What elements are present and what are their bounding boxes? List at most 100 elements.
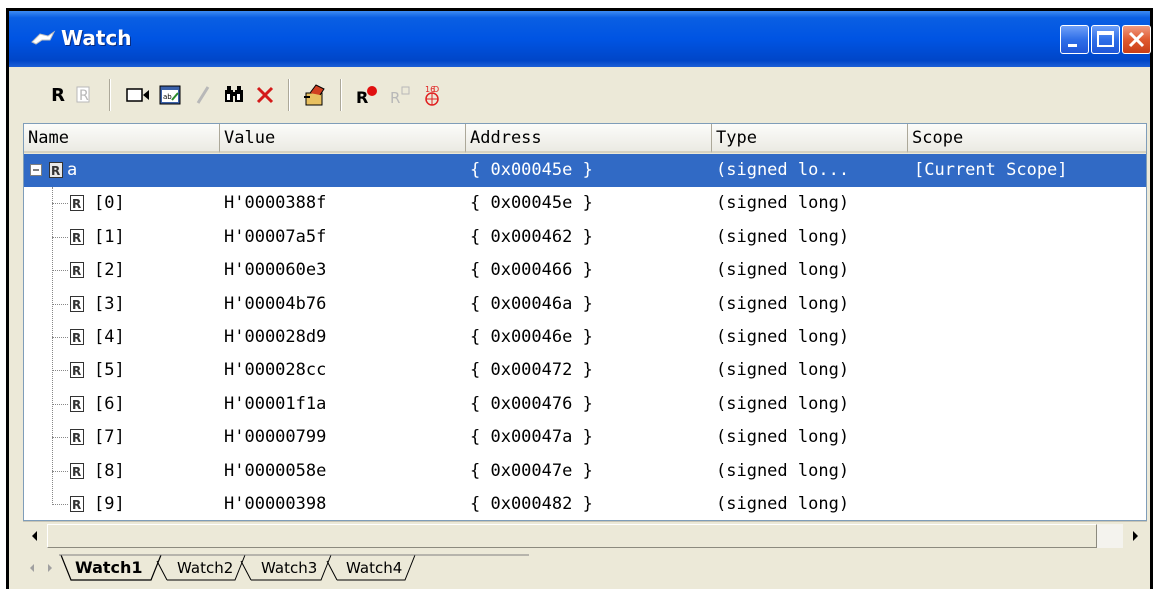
- add-watch-button[interactable]: [124, 81, 152, 109]
- tree-connector: [52, 504, 68, 505]
- svg-text:R: R: [390, 89, 400, 106]
- cell-name: [7]: [94, 427, 125, 448]
- column-header-type[interactable]: Type: [712, 124, 908, 153]
- cell-type: (signed long): [716, 427, 850, 448]
- cell-name: [9]: [94, 494, 125, 514]
- cell-address: { 0x000462 }: [470, 226, 593, 247]
- expand-toggle[interactable]: [30, 154, 43, 187]
- column-header-value[interactable]: Value: [220, 124, 466, 153]
- table-row[interactable]: R [5] H'000028cc { 0x000472 } (signed long): [24, 354, 1146, 387]
- scroll-thumb[interactable]: [47, 524, 1097, 548]
- radix-button[interactable]: R: [47, 81, 69, 109]
- column-header-address[interactable]: Address: [466, 124, 712, 153]
- scroll-track[interactable]: [47, 524, 1123, 548]
- watch-item-icon: R: [70, 462, 86, 480]
- toolbar-separator: [288, 79, 290, 111]
- edit-disabled-icon: [196, 86, 210, 104]
- tab-watch4[interactable]: Watch4: [346, 555, 402, 581]
- maximize-button[interactable]: [1091, 25, 1120, 54]
- maximize-icon: [1097, 31, 1114, 47]
- toolbar: R R ab R R 16 D: [9, 67, 1150, 122]
- watch-item-icon: R: [70, 329, 86, 346]
- edit-value-icon: ab: [159, 85, 181, 105]
- arrow-left-icon: [32, 531, 37, 541]
- cell-address: { 0x000472 }: [470, 360, 593, 381]
- tree-connector: [52, 370, 68, 372]
- cell-value: H'000028d9: [224, 327, 327, 347]
- tree-line: [52, 187, 53, 506]
- table-row[interactable]: Ra { 0x00045e } (signed lo... [Current Scop…: [24, 154, 1146, 187]
- watch-item-icon: R: [70, 362, 86, 379]
- delete-icon: [256, 86, 274, 104]
- cell-value: H'000028cc: [224, 360, 327, 381]
- cell-type: (signed long): [716, 226, 850, 247]
- watch-list[interactable]: Name Value Address Type Scope Ra { 0x0004…: [23, 123, 1147, 521]
- table-row[interactable]: R [1] H'00007a5f { 0x000462 } (signed long): [24, 221, 1146, 254]
- edit-value-button[interactable]: ab: [157, 81, 185, 109]
- edit-disabled-button: [192, 81, 214, 109]
- watch-window-icon: [31, 30, 56, 45]
- table-row[interactable]: R [4] H'000028d9 { 0x00046e } (signed long): [24, 321, 1146, 354]
- table-row[interactable]: R [0] H'0000388f { 0x00045e } (signed long): [24, 187, 1146, 220]
- table-row[interactable]: R [3] H'00004b76 { 0x00046a } (signed long): [24, 288, 1146, 321]
- delete-button[interactable]: [253, 81, 277, 109]
- watch-item-icon: R: [70, 228, 86, 246]
- add-watch-icon: [126, 88, 149, 102]
- table-row[interactable]: R [9] H'00000398 { 0x000482 } (signed long): [24, 488, 1146, 520]
- tab-prev-button[interactable]: [23, 557, 41, 579]
- tab-watch2[interactable]: Watch2: [177, 555, 233, 581]
- minimize-icon: [1068, 44, 1077, 47]
- find-icon: [225, 86, 243, 102]
- cell-type: (signed long): [716, 293, 850, 314]
- cell-address: { 0x000466 }: [470, 260, 593, 281]
- svg-text:R: R: [72, 231, 81, 245]
- tree-connector: [52, 270, 68, 272]
- window-title: Watch: [61, 26, 132, 50]
- cell-value: H'0000058e: [224, 460, 327, 481]
- cell-name: [5]: [94, 360, 125, 381]
- scroll-right-button[interactable]: [1124, 524, 1146, 548]
- tab-watch1[interactable]: Watch1: [75, 555, 143, 581]
- cell-name: [2]: [94, 260, 125, 281]
- cell-value: H'00007a5f: [224, 226, 327, 247]
- refresh-icon: [304, 84, 325, 106]
- title-bar[interactable]: Watch: [9, 11, 1151, 67]
- arrow-left-icon: [30, 564, 34, 572]
- cell-name: [6]: [94, 393, 125, 414]
- svg-text:R: R: [72, 298, 81, 312]
- cell-name: [0]: [94, 193, 125, 214]
- tab-watch3[interactable]: Watch3: [261, 555, 317, 581]
- table-row[interactable]: R [7] H'00000799 { 0x00047a } (signed long): [24, 421, 1146, 454]
- cell-address: { 0x00045e }: [470, 193, 593, 214]
- cell-value: H'00000398: [224, 494, 327, 514]
- table-row[interactable]: R [2] H'000060e3 { 0x000466 } (signed long): [24, 254, 1146, 287]
- cell-type: (signed long): [716, 494, 850, 514]
- table-row[interactable]: R [6] H'00001f1a { 0x000476 } (signed long): [24, 388, 1146, 421]
- cell-address: { 0x000476 }: [470, 393, 593, 414]
- cell-type: (signed lo...: [716, 160, 850, 180]
- column-header-name[interactable]: Name: [24, 124, 220, 153]
- record-icon: R: [356, 86, 377, 106]
- tree-connector: [52, 403, 68, 405]
- cell-type: (signed long): [716, 360, 850, 381]
- cell-value: H'00001f1a: [224, 393, 327, 414]
- minimize-button[interactable]: [1060, 25, 1089, 54]
- horizontal-scrollbar[interactable]: [23, 521, 1147, 549]
- close-button[interactable]: [1122, 25, 1151, 54]
- cell-name: [1]: [94, 226, 125, 247]
- svg-text:R: R: [72, 398, 81, 412]
- watch-item-icon: R: [49, 162, 65, 179]
- record-button[interactable]: R: [353, 81, 381, 109]
- svg-text:R: R: [72, 465, 81, 479]
- scroll-left-button[interactable]: [24, 524, 46, 548]
- cell-type: (signed long): [716, 260, 850, 281]
- format-button[interactable]: 16 D: [417, 81, 447, 109]
- watch-item-icon: R: [70, 195, 86, 212]
- tab-next-button[interactable]: [41, 557, 59, 579]
- cell-type: (signed long): [716, 193, 850, 214]
- refresh-button[interactable]: [301, 81, 331, 109]
- collapse-icon: [30, 164, 42, 176]
- table-row[interactable]: R [8] H'0000058e { 0x00047e } (signed long): [24, 455, 1146, 488]
- find-button[interactable]: [221, 81, 249, 109]
- column-header-scope[interactable]: Scope: [908, 124, 1146, 153]
